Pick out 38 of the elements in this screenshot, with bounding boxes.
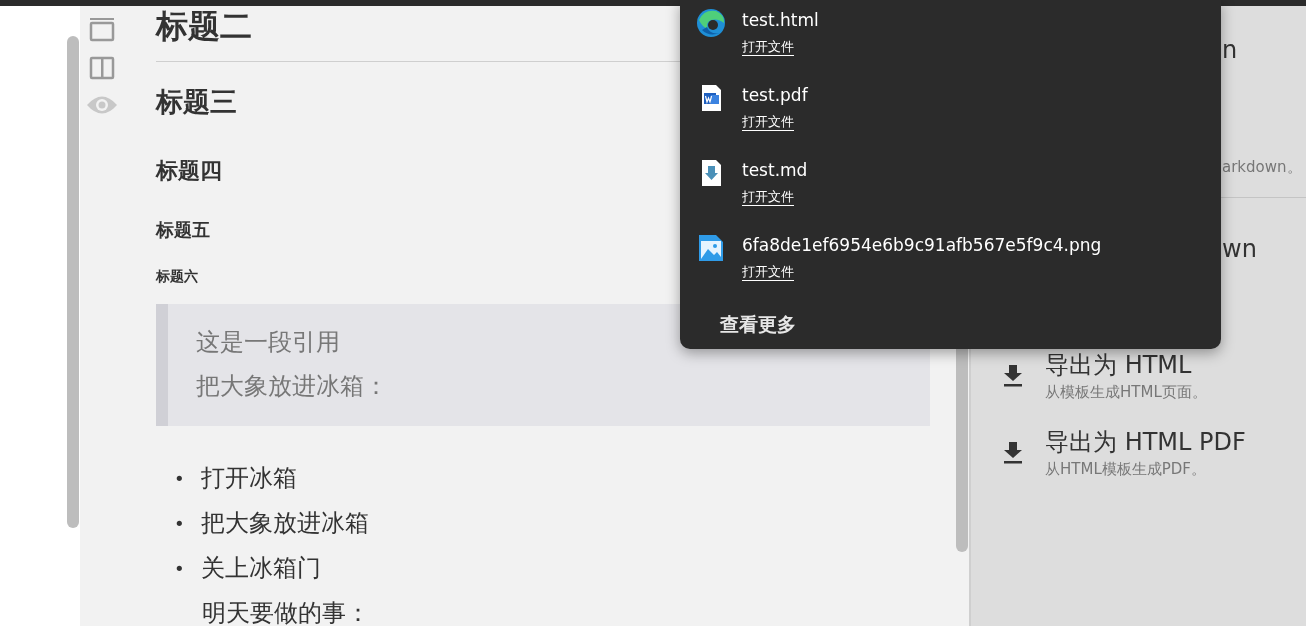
download-icon[interactable] [1003,440,1023,464]
export-option-title[interactable]: wn [1222,235,1257,263]
browser-icon [696,8,726,38]
bullet: • [174,557,185,581]
heading: 标题六 [156,268,198,286]
heading: 标题三 [156,85,237,119]
heading: 标题五 [156,218,210,242]
download-icon[interactable] [1003,363,1023,387]
export-option-description: 从模板生成HTML页面。 [1045,383,1207,402]
list-item: 关上冰箱门 [200,553,321,584]
open-file-link[interactable]: 打开文件 [742,188,794,206]
paragraph: 明天要做的事： [201,598,370,626]
file-name[interactable]: test.pdf [742,83,808,107]
export-option-title[interactable]: n [1222,36,1238,64]
export-option-title[interactable]: 导出为 HTML PDF [1045,426,1246,458]
quote-line: 这是一段引用 [196,327,340,358]
split-view-icon[interactable] [89,56,115,80]
list-item: 打开冰箱 [200,463,297,494]
export-option-description: arkdown。 [1222,158,1302,177]
quote-line: 把大象放进冰箱： [196,371,388,402]
image-file-icon [696,233,726,263]
see-more-link[interactable]: 查看更多 [680,312,796,338]
scrollbar[interactable] [67,36,79,528]
open-file-link[interactable]: 打开文件 [742,38,794,56]
heading: 标题四 [156,157,222,185]
layout-icon[interactable] [89,18,115,42]
export-option-description: 从HTML模板生成PDF。 [1045,460,1206,479]
file-name[interactable]: test.html [742,8,819,32]
file-name[interactable]: 6fa8de1ef6954e6b9c91afb567e5f9c4.png [742,233,1102,257]
open-file-link[interactable]: 打开文件 [742,113,794,131]
bullet: • [174,512,185,536]
eye-icon[interactable] [86,94,118,116]
heading: 标题二 [156,6,252,46]
file-name[interactable]: test.md [742,158,808,182]
export-option-title[interactable]: 导出为 HTML [1045,349,1192,381]
bullet: • [174,467,185,491]
open-file-link[interactable]: 打开文件 [742,263,794,281]
list-item: 把大象放进冰箱 [200,508,369,539]
